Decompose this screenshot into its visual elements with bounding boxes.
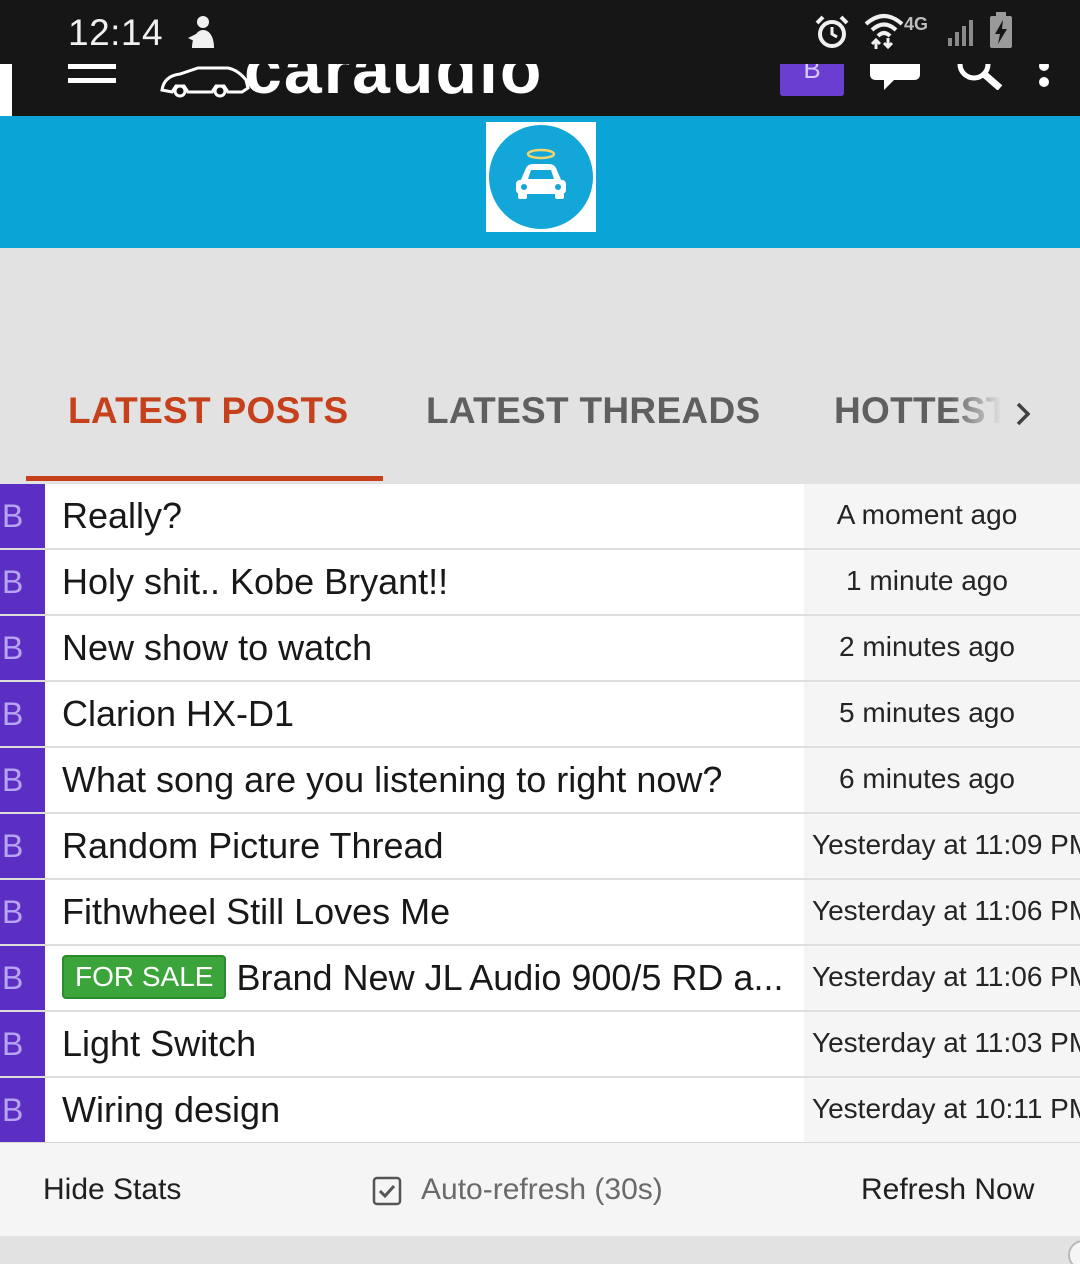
list-footer: Hide Stats Auto-refresh (30s) Refresh No…: [0, 1142, 1080, 1236]
post-title[interactable]: Brand New JL Audio 900/5 RD a...: [236, 957, 783, 998]
signal-icon: [948, 20, 973, 46]
post-avatar[interactable]: B: [0, 748, 45, 812]
post-title[interactable]: Really?: [62, 484, 182, 548]
post-time: 2 minutes ago: [839, 631, 1015, 662]
latest-posts-list: B Really? A moment ago B Holy shit.. Kob…: [0, 484, 1080, 1144]
post-time: Yesterday at 10:11 PM: [812, 1093, 1080, 1124]
post-meta: 5 minutes ago: [804, 682, 1080, 746]
post-title[interactable]: Clarion HX-D1: [62, 682, 294, 746]
checkbox-checked-icon[interactable]: [372, 1176, 402, 1206]
tab-scroll-fade: [950, 380, 1015, 440]
post-time: A moment ago: [836, 499, 1018, 530]
post-row[interactable]: B Fithwheel Still Loves Me Yesterday at …: [0, 880, 1080, 946]
post-time: Yesterday at 11:06 PM: [812, 961, 1080, 992]
post-meta: Yesterday at 10:11 PM: [804, 1078, 1080, 1142]
site-logo-text[interactable]: caraudio: [244, 64, 543, 104]
post-meta: 6 minutes ago: [804, 748, 1080, 812]
post-avatar[interactable]: B: [0, 1078, 45, 1142]
battery-charging-icon: [990, 12, 1012, 48]
post-tabs: LATEST POSTS LATEST THREADS HOTTEST: [0, 360, 1080, 481]
active-tab-indicator: [26, 476, 383, 481]
refresh-now-button[interactable]: Refresh Now: [861, 1173, 1034, 1207]
post-avatar[interactable]: B: [0, 682, 45, 746]
post-meta: A moment ago: [804, 484, 1080, 548]
user-avatar[interactable]: B: [780, 64, 844, 96]
post-time: Yesterday at 11:03 PM: [812, 1027, 1080, 1058]
post-meta: Yesterday at 11:06 PM: [804, 880, 1080, 944]
post-meta: Yesterday at 11:09 PM: [804, 814, 1080, 878]
post-avatar[interactable]: B: [0, 1012, 45, 1076]
post-row[interactable]: B New show to watch 2 minutes ago: [0, 616, 1080, 682]
post-title[interactable]: New show to watch: [62, 616, 372, 680]
post-time: Yesterday at 11:06 PM: [812, 895, 1080, 926]
post-title[interactable]: What song are you listening to right now…: [62, 748, 722, 812]
post-row[interactable]: B Wiring design Yesterday at 10:11 PM: [0, 1078, 1080, 1144]
banner-logo[interactable]: [486, 122, 596, 232]
post-meta: Yesterday at 11:03 PM: [804, 1012, 1080, 1076]
tab-latest-threads[interactable]: LATEST THREADS: [426, 390, 760, 432]
app-header: caraudio B: [12, 64, 1080, 116]
car-logo-icon: [160, 66, 250, 98]
status-bar: 12:14 4G: [0, 0, 1080, 64]
post-title[interactable]: Light Switch: [62, 1012, 256, 1076]
post-time: 1 minute ago: [846, 565, 1008, 596]
hide-stats-link[interactable]: Hide Stats: [43, 1173, 181, 1207]
notification-icon: [188, 16, 214, 48]
post-title[interactable]: Fithwheel Still Loves Me: [62, 880, 450, 944]
more-icon[interactable]: [1036, 64, 1052, 90]
post-avatar[interactable]: B: [0, 616, 45, 680]
post-row[interactable]: B FOR SALE Brand New JL Audio 900/5 RD a.…: [0, 946, 1080, 1012]
post-row[interactable]: B What song are you listening to right n…: [0, 748, 1080, 814]
status-time: 12:14: [68, 12, 164, 53]
post-title[interactable]: Random Picture Thread: [62, 814, 444, 878]
post-row[interactable]: B Random Picture Thread Yesterday at 11:…: [0, 814, 1080, 880]
post-avatar[interactable]: B: [0, 484, 45, 548]
tab-latest-posts[interactable]: LATEST POSTS: [68, 390, 348, 432]
menu-icon[interactable]: [68, 64, 116, 86]
post-meta: Yesterday at 11:06 PM: [804, 946, 1080, 1010]
post-title[interactable]: Holy shit.. Kobe Bryant!!: [62, 550, 448, 614]
chat-icon[interactable]: [868, 64, 922, 92]
post-meta: 2 minutes ago: [804, 616, 1080, 680]
post-meta: 1 minute ago: [804, 550, 1080, 614]
post-time: Yesterday at 11:09 PM: [812, 829, 1080, 860]
post-avatar[interactable]: B: [0, 880, 45, 944]
auto-refresh-label[interactable]: Auto-refresh (30s): [421, 1173, 663, 1207]
post-avatar[interactable]: B: [0, 550, 45, 614]
network-type: 4G: [904, 14, 929, 34]
wifi-icon: [864, 14, 904, 50]
post-time: 6 minutes ago: [839, 763, 1015, 794]
alarm-icon: [815, 15, 849, 48]
post-row[interactable]: B Light Switch Yesterday at 11:03 PM: [0, 1012, 1080, 1078]
post-row[interactable]: B Clarion HX-D1 5 minutes ago: [0, 682, 1080, 748]
car-halo-icon: [516, 148, 566, 199]
page-edge: [0, 64, 12, 116]
post-title[interactable]: Wiring design: [62, 1078, 280, 1142]
chevron-right-icon[interactable]: [1010, 394, 1038, 434]
post-row[interactable]: B Holy shit.. Kobe Bryant!! 1 minute ago: [0, 550, 1080, 616]
for-sale-badge[interactable]: FOR SALE: [62, 955, 227, 1000]
post-time: 5 minutes ago: [839, 697, 1015, 728]
post-avatar[interactable]: B: [0, 814, 45, 878]
post-avatar[interactable]: B: [0, 946, 45, 1010]
post-title-with-prefix[interactable]: FOR SALE Brand New JL Audio 900/5 RD a...: [62, 946, 783, 1010]
page-bottom: [0, 1236, 1080, 1264]
post-row[interactable]: B Really? A moment ago: [0, 484, 1080, 550]
search-icon[interactable]: [956, 64, 1004, 90]
site-banner: [0, 116, 1080, 248]
